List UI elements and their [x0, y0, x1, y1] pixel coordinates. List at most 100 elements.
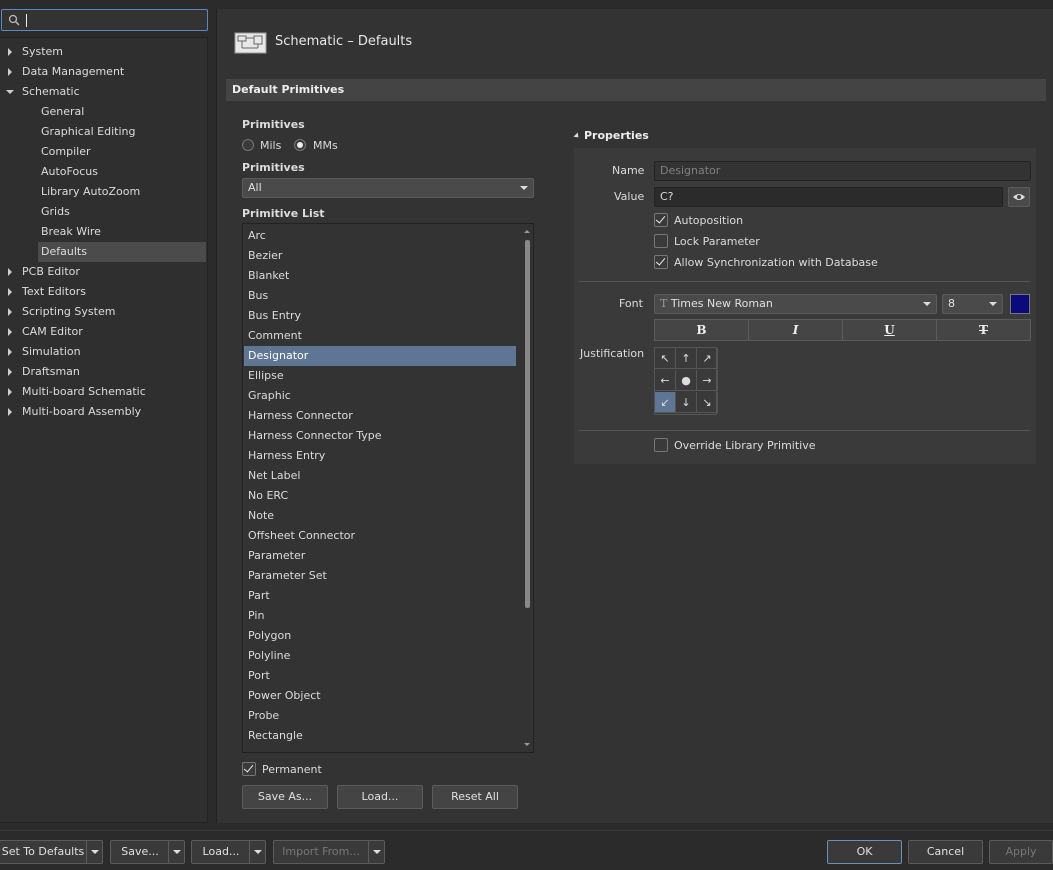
list-item[interactable]: Probe: [244, 706, 516, 726]
scroll-down-icon[interactable]: [524, 743, 530, 746]
italic-button[interactable]: I: [748, 319, 843, 341]
list-item[interactable]: Polygon: [244, 626, 516, 646]
list-item[interactable]: Comment: [244, 326, 516, 346]
scrollbar-thumb[interactable]: [525, 240, 530, 608]
list-item[interactable]: Designator: [244, 346, 516, 366]
tree-item[interactable]: Graphical Editing: [38, 122, 206, 142]
font-size-dropdown[interactable]: 8: [942, 294, 1003, 314]
chevron-down-icon[interactable]: [249, 841, 265, 863]
load-button[interactable]: Load...: [191, 840, 266, 864]
apply-button[interactable]: Apply: [989, 840, 1053, 864]
justification-cell[interactable]: ↑: [676, 348, 697, 369]
properties-header[interactable]: Properties: [573, 129, 649, 142]
list-item[interactable]: Arc: [244, 226, 516, 246]
list-item[interactable]: Rectangle: [244, 726, 516, 746]
list-item[interactable]: Power Object: [244, 686, 516, 706]
justification-cell[interactable]: ↗: [697, 348, 718, 369]
tree-item[interactable]: Compiler: [38, 142, 206, 162]
tree-item[interactable]: Multi-board Assembly: [0, 402, 206, 422]
tree-item[interactable]: Grids: [38, 202, 206, 222]
collapsed-triangle-icon[interactable]: [8, 48, 12, 56]
tree-item[interactable]: Library AutoZoom: [38, 182, 206, 202]
justification-cell[interactable]: ●: [676, 370, 697, 391]
justification-cell[interactable]: ↘: [697, 392, 718, 413]
tree-item[interactable]: Text Editors: [0, 282, 206, 302]
list-item[interactable]: Harness Connector: [244, 406, 516, 426]
collapsed-triangle-icon[interactable]: [8, 368, 12, 376]
list-item[interactable]: Harness Connector Type: [244, 426, 516, 446]
strikethrough-button[interactable]: T: [936, 319, 1031, 341]
tree-item[interactable]: General: [38, 102, 206, 122]
expanded-triangle-icon[interactable]: [6, 90, 14, 94]
tree-item[interactable]: Simulation: [0, 342, 206, 362]
collapsed-triangle-icon[interactable]: [8, 408, 12, 416]
allow-sync-checkbox[interactable]: [654, 255, 668, 269]
list-item[interactable]: Ellipse: [244, 366, 516, 386]
collapsed-triangle-icon[interactable]: [8, 268, 12, 276]
collapsed-triangle-icon[interactable]: [8, 68, 12, 76]
chevron-down-icon[interactable]: [168, 841, 184, 863]
list-item[interactable]: Harness Entry: [244, 446, 516, 466]
tree-item[interactable]: PCB Editor: [0, 262, 206, 282]
reset-all-button[interactable]: Reset All: [432, 785, 518, 809]
search-input[interactable]: [1, 9, 208, 31]
list-item[interactable]: Parameter Set: [244, 566, 516, 586]
justification-cell[interactable]: ↓: [676, 392, 697, 413]
list-item[interactable]: Bezier: [244, 246, 516, 266]
tree-item[interactable]: System: [0, 42, 206, 62]
collapsed-triangle-icon[interactable]: [8, 348, 12, 356]
override-library-checkbox[interactable]: [654, 438, 668, 452]
list-item[interactable]: Note: [244, 506, 516, 526]
ok-button[interactable]: OK: [827, 840, 902, 864]
tree-item[interactable]: Break Wire: [38, 222, 206, 242]
chevron-down-icon[interactable]: [368, 841, 384, 863]
load-primitives-button[interactable]: Load...: [337, 785, 423, 809]
list-item[interactable]: Bus: [244, 286, 516, 306]
font-color-swatch[interactable]: [1010, 294, 1030, 314]
chevron-down-icon[interactable]: [86, 841, 102, 863]
primitives-filter-dropdown[interactable]: All: [242, 178, 534, 198]
lock-parameter-checkbox[interactable]: [654, 234, 668, 248]
font-name-dropdown[interactable]: T Times New Roman: [654, 294, 937, 314]
list-item[interactable]: Polyline: [244, 646, 516, 666]
list-item[interactable]: Net Label: [244, 466, 516, 486]
list-item[interactable]: Port: [244, 666, 516, 686]
underline-button[interactable]: U: [842, 319, 937, 341]
tree-item[interactable]: AutoFocus: [38, 162, 206, 182]
mms-radio[interactable]: [294, 139, 306, 151]
justification-cell[interactable]: ←: [655, 370, 676, 391]
list-item[interactable]: Blanket: [244, 266, 516, 286]
visibility-toggle[interactable]: [1008, 187, 1030, 207]
list-item[interactable]: Parameter: [244, 546, 516, 566]
scroll-up-icon[interactable]: [524, 230, 530, 233]
tree-item[interactable]: CAM Editor: [0, 322, 206, 342]
list-item[interactable]: Bus Entry: [244, 306, 516, 326]
tree-item[interactable]: Multi-board Schematic: [0, 382, 206, 402]
tree-item[interactable]: Schematic: [0, 82, 206, 102]
mils-radio[interactable]: [242, 139, 254, 151]
justification-cell[interactable]: ↙: [655, 392, 676, 413]
justification-cell[interactable]: →: [697, 370, 718, 391]
tree-item[interactable]: Draftsman: [0, 362, 206, 382]
permanent-checkbox[interactable]: [242, 762, 256, 776]
collapsed-triangle-icon[interactable]: [8, 288, 12, 296]
set-to-defaults-button[interactable]: Set To Defaults: [0, 840, 103, 864]
value-field[interactable]: C?: [654, 187, 1003, 207]
collapsed-triangle-icon[interactable]: [8, 308, 12, 316]
list-item[interactable]: No ERC: [244, 486, 516, 506]
cancel-button[interactable]: Cancel: [908, 840, 983, 864]
collapsed-triangle-icon[interactable]: [8, 328, 12, 336]
justification-cell[interactable]: ↖: [655, 348, 676, 369]
list-item[interactable]: Graphic: [244, 386, 516, 406]
list-item[interactable]: Offsheet Connector: [244, 526, 516, 546]
primitive-listbox[interactable]: Arc Bezier Blanket Bus Bus Entry Comment Desig…: [242, 223, 534, 753]
tree-item[interactable]: Data Management: [0, 62, 206, 82]
list-item[interactable]: Pin: [244, 606, 516, 626]
list-item[interactable]: Part: [244, 586, 516, 606]
collapsed-triangle-icon[interactable]: [8, 388, 12, 396]
autoposition-checkbox[interactable]: [654, 213, 668, 227]
tree-item[interactable]: Scripting System: [0, 302, 206, 322]
save-button[interactable]: Save...: [110, 840, 185, 864]
bold-button[interactable]: B: [654, 319, 749, 341]
import-from-button[interactable]: Import From...: [273, 840, 385, 864]
